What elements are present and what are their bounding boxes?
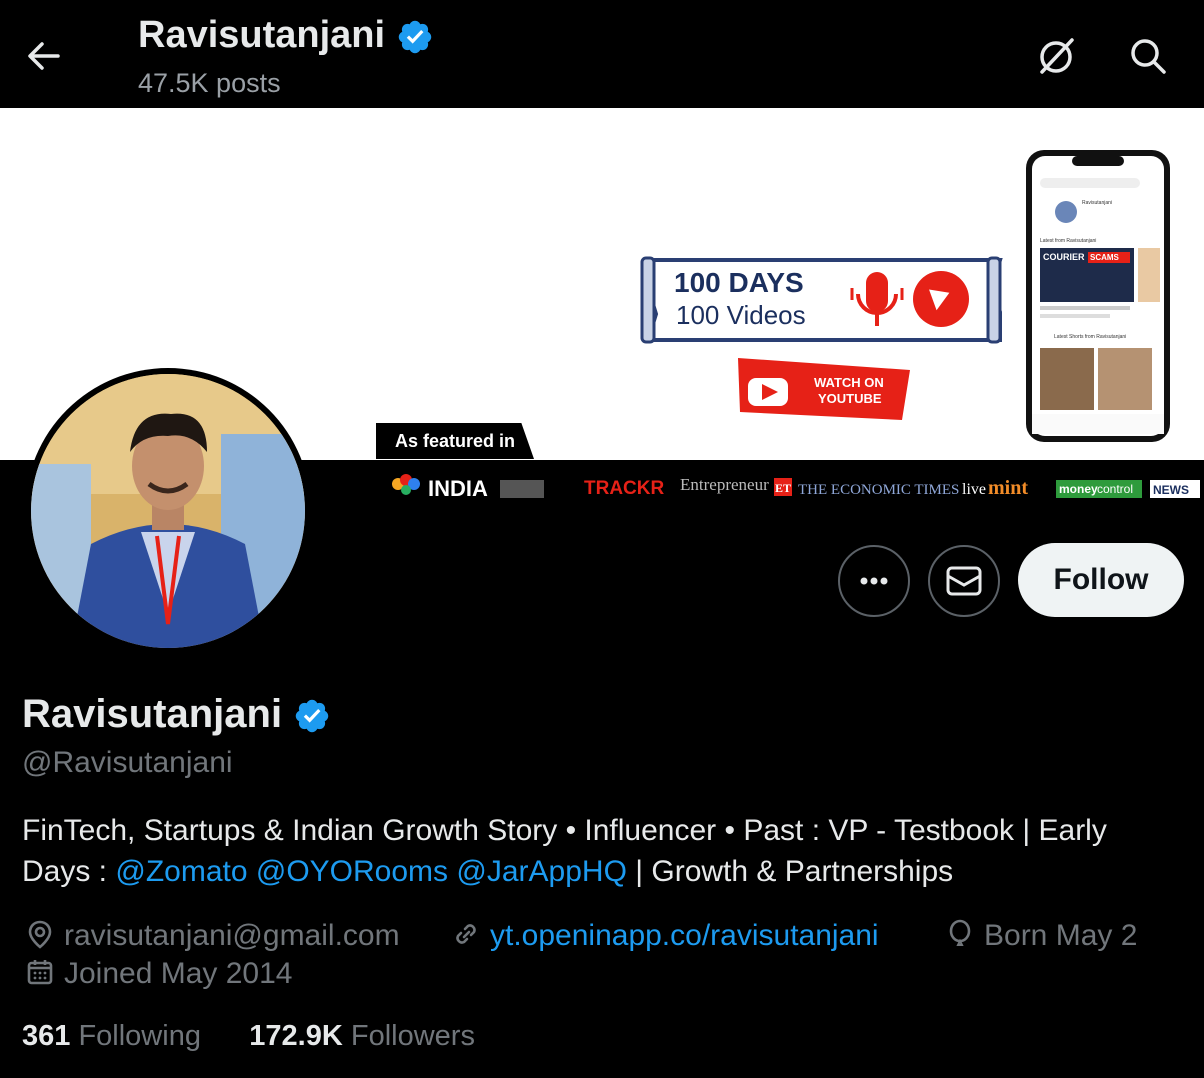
- avatar[interactable]: [25, 368, 311, 654]
- email-text: ravisutanjani@gmail.com: [64, 919, 400, 952]
- following-label: Following: [78, 1020, 201, 1052]
- grok-icon: [1040, 38, 1074, 74]
- watch-on-youtube-badge: WATCH ON YOUTUBE: [738, 358, 910, 420]
- location-pin-icon: [28, 920, 52, 949]
- phone-latest-shorts: Latest Shorts from Ravisutanjani: [1054, 334, 1126, 340]
- message-button[interactable]: [928, 545, 1000, 617]
- header-title: Ravisutanjani: [138, 14, 434, 57]
- top-bar: Ravisutanjani 47.5K posts: [0, 0, 1204, 108]
- arrow-left-icon: [28, 42, 60, 70]
- days-line-1: 100 DAYS: [674, 267, 804, 298]
- birthday-text: Born May 2: [984, 919, 1138, 952]
- news18-logo: NEWS: [1153, 483, 1189, 497]
- link-icon: [456, 924, 476, 944]
- profile-birthday: Born May 2: [944, 918, 1137, 953]
- avatar-image: [31, 374, 305, 648]
- joined-text: Joined May 2014: [64, 957, 293, 990]
- shorts-icon: [913, 271, 969, 327]
- balloon-icon: [949, 919, 971, 946]
- entrepreneur-logo: Entrepreneur: [680, 475, 769, 494]
- grok-button[interactable]: [1032, 32, 1080, 80]
- cnbc-logo: [392, 474, 420, 495]
- profile-name: Ravisutanjani: [22, 692, 331, 737]
- header-title-text: Ravisutanjani: [138, 14, 386, 56]
- followers-link[interactable]: 172.9K Followers: [249, 1020, 475, 1052]
- more-horizontal-icon: [860, 577, 888, 585]
- back-button[interactable]: [22, 34, 66, 78]
- post-count: 47.5K posts: [138, 68, 281, 98]
- et-logo: ET: [775, 481, 791, 495]
- profile-email: ravisutanjani@gmail.com: [24, 918, 400, 953]
- mention-oyorooms[interactable]: @OYORooms: [256, 855, 448, 888]
- india-tv-logo: INDIA: [428, 476, 488, 501]
- followers-count: 172.9K: [249, 1020, 343, 1052]
- more-options-button[interactable]: [838, 545, 910, 617]
- livemint-logo-live: live: [962, 481, 986, 498]
- search-icon: [1131, 39, 1166, 74]
- phone-channel-name: Ravisutanjani: [1082, 200, 1112, 206]
- moneycontrol-logo-money: money: [1059, 482, 1098, 496]
- profile-name-text: Ravisutanjani: [22, 692, 283, 736]
- ndtv-logo: [500, 480, 544, 498]
- phone-thumb-line-1: COURIER: [1043, 252, 1085, 262]
- website-link[interactable]: yt.openinapp.co/ravisutanjani: [490, 919, 879, 952]
- featured-in-label: As featured in: [376, 423, 534, 459]
- trackr-logo: TRACKR: [584, 478, 664, 499]
- hundred-days-ribbon: 100 DAYS 100 Videos: [640, 256, 1003, 344]
- bio-text-2: | Growth & Partnerships: [626, 855, 954, 888]
- follow-button[interactable]: Follow: [1018, 543, 1184, 617]
- days-line-2: 100 Videos: [676, 300, 806, 330]
- watch-line-2: YOUTUBE: [818, 391, 882, 406]
- moneycontrol-logo-control: control: [1097, 482, 1133, 496]
- verified-badge-icon[interactable]: [293, 697, 331, 735]
- mention-jarapphq[interactable]: @JarAppHQ: [456, 855, 627, 888]
- follow-stats: 361 Following 172.9K Followers: [22, 1020, 475, 1053]
- livemint-logo-mint: mint: [988, 477, 1028, 499]
- profile-handle: @Ravisutanjani: [22, 746, 233, 779]
- envelope-icon: [946, 566, 982, 596]
- phone-mockup: Ravisutanjani Latest from Ravisutanjani …: [1026, 150, 1170, 442]
- mention-zomato[interactable]: @Zomato: [115, 855, 247, 888]
- profile-joined: Joined May 2014: [24, 956, 293, 991]
- phone-thumb-line-2: SCAMS: [1090, 253, 1120, 262]
- watch-line-1: WATCH ON: [814, 375, 884, 390]
- calendar-icon: [27, 960, 53, 985]
- following-count: 361: [22, 1020, 71, 1052]
- followers-label: Followers: [350, 1020, 475, 1052]
- verified-badge-icon: [398, 20, 431, 54]
- profile-bio: FinTech, Startups & Indian Growth Story …: [22, 810, 1182, 892]
- following-link[interactable]: 361 Following: [22, 1020, 201, 1052]
- profile-website: yt.openinapp.co/ravisutanjani: [450, 918, 879, 953]
- search-button[interactable]: [1124, 32, 1172, 80]
- economic-times-logo: THE ECONOMIC TIMES: [798, 482, 959, 498]
- phone-latest-from: Latest from Ravisutanjani: [1040, 238, 1096, 244]
